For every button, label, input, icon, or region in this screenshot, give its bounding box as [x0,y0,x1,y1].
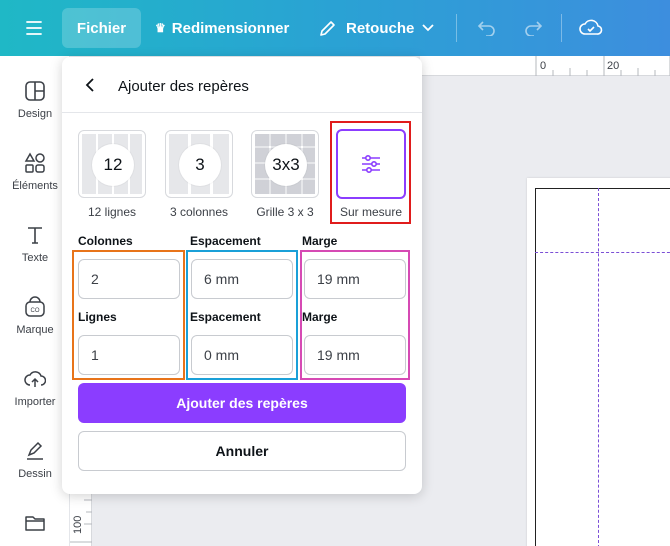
shapes-icon [0,150,70,176]
chevron-down-icon [422,24,434,32]
retouch-label: Retouche [346,19,415,37]
column-spacing-label: Espacement [190,234,261,248]
preset-3-columns[interactable]: 3 [165,130,233,198]
preset-label: Grille 3 x 3 [256,205,314,219]
preset-badge: 12 [92,144,134,186]
add-guides-button[interactable]: Ajouter des repères [78,383,406,423]
folder-icon [0,510,70,536]
back-arrow-icon[interactable] [80,75,100,95]
sidebar-item-label: Design [17,108,53,120]
undo-icon[interactable] [473,14,501,42]
row-margin-label: Marge [302,310,338,324]
sidebar-item-projects[interactable] [0,510,70,540]
preset-badge: 3x3 [265,144,307,186]
redo-icon[interactable] [519,14,547,42]
columns-label: Colonnes [78,234,133,248]
sidebar-item-elements[interactable]: Éléments [0,150,70,192]
row-margin-input[interactable]: 19 mm [304,335,406,375]
sidebar-item-design[interactable]: Design [0,78,70,120]
sidebar-item-label: Marque [16,324,54,336]
preset-3x3-grid[interactable]: 3x3 [251,130,319,198]
left-ruler: 100 [70,490,92,546]
preset-label: 3 colonnes [169,205,229,219]
toolbar-divider [456,14,457,42]
resize-button[interactable]: ♛ Redimensionner [155,8,289,48]
sliders-icon [362,154,380,174]
columns-input[interactable]: 2 [78,259,180,299]
page-margin-border [535,188,670,546]
layout-icon [0,78,70,104]
left-sidebar: Design Éléments Texte CO Marque Importer… [0,56,70,546]
preset-badge: 3 [179,144,221,186]
toolbar-divider [561,14,562,42]
add-guides-panel: Ajouter des repères 12 12 lignes 3 3 col… [62,57,422,494]
panel-header: Ajouter des repères [62,57,422,113]
top-ruler: 0 20 [420,56,670,76]
panel-title: Ajouter des repères [118,78,249,95]
preset-12-rows[interactable]: 12 [78,130,146,198]
column-spacing-input[interactable]: 6 mm [191,259,293,299]
rows-input[interactable]: 1 [78,335,180,375]
pen-icon [0,438,70,464]
column-guide [598,188,599,546]
row-guide [535,252,670,253]
svg-text:CO: CO [31,308,40,314]
sidebar-item-label: Éléments [12,180,58,192]
cancel-button[interactable]: Annuler [78,431,406,471]
crown-icon: ♛ [155,21,166,35]
preset-label: Sur mesure [339,205,403,219]
preset-custom[interactable] [336,129,406,199]
column-margin-label: Marge [302,234,338,248]
rows-label: Lignes [78,310,117,324]
sidebar-item-label: Importer [14,396,56,408]
text-icon [0,222,70,248]
file-menu-button[interactable]: Fichier [62,8,141,48]
sidebar-item-brand[interactable]: CO Marque [0,294,70,336]
cloud-check-icon[interactable] [577,14,605,42]
upload-icon [0,366,70,392]
preset-label: 12 lignes [87,205,137,219]
row-spacing-label: Espacement [190,310,261,324]
sidebar-item-upload[interactable]: Importer [0,366,70,408]
retouch-button[interactable]: Retouche [318,8,434,48]
row-spacing-input[interactable]: 0 mm [191,335,293,375]
sidebar-item-text[interactable]: Texte [0,222,70,264]
hamburger-icon[interactable] [20,17,48,39]
column-margin-input[interactable]: 19 mm [304,259,406,299]
top-toolbar: Fichier ♛ Redimensionner Retouche [0,0,670,56]
sidebar-item-label: Texte [21,252,49,264]
resize-label: Redimensionner [171,19,290,37]
brand-icon: CO [0,294,70,320]
sidebar-item-draw[interactable]: Dessin [0,438,70,480]
pencil-icon [320,21,335,36]
sidebar-item-label: Dessin [18,468,52,480]
